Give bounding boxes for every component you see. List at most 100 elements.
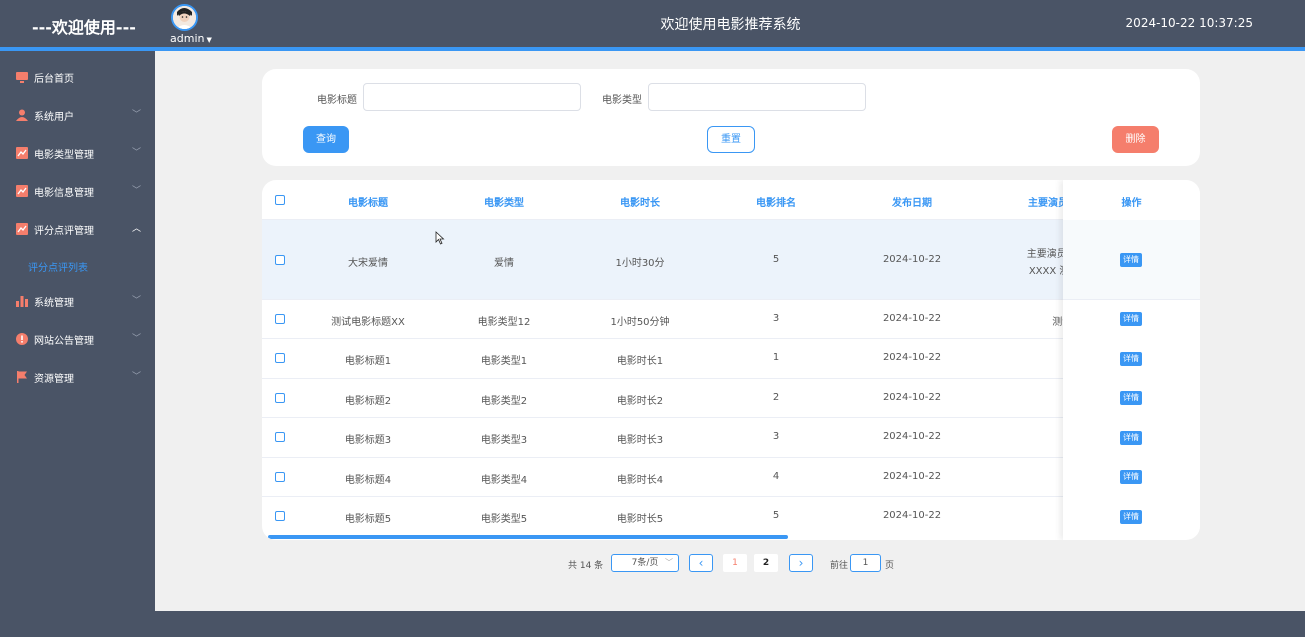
sidebar-item-label: 评分点评管理: [34, 226, 94, 237]
table-row[interactable]: 电影标题3 电影类型3 电影时长3 3 2024-10-22 主要演员: [262, 418, 1200, 458]
row-checkbox[interactable]: [275, 511, 285, 521]
type-filter-input[interactable]: [648, 83, 866, 111]
sidebar-item-label: 电影信息管理: [34, 188, 94, 199]
action-column: 操作 详情 详情 详情 详情 详情 详情 详情: [1063, 180, 1200, 540]
detail-button[interactable]: 详情: [1120, 352, 1142, 366]
cell-rank: 5: [772, 510, 780, 521]
sidebar-subitem-review-list[interactable]: 评分点评列表: [28, 259, 88, 274]
row-checkbox[interactable]: [275, 393, 285, 403]
table-header-row: 电影标题 电影类型 电影时长 电影排名 发布日期 主要演员: [262, 180, 1200, 220]
table-row[interactable]: 电影标题1 电影类型1 电影时长1 1 2024-10-22 主要演员: [262, 339, 1200, 379]
cell-type: 电影类型12: [477, 317, 531, 328]
detail-button[interactable]: 详情: [1120, 510, 1142, 524]
detail-button[interactable]: 详情: [1120, 391, 1142, 405]
prev-page-button[interactable]: ‹: [689, 554, 713, 572]
goto-label: 前往: [830, 561, 849, 571]
flag-icon: [17, 371, 27, 383]
cell-rank: 5: [772, 254, 780, 265]
pagination: 共 14 条 7条/页 ﹀ ‹ 1 2 › 前往 1 页: [155, 554, 1305, 574]
total-count: 共 14 条: [568, 561, 604, 571]
col-header-actions: 操作: [1121, 198, 1142, 209]
bar-chart-icon: [16, 296, 28, 307]
row-checkbox[interactable]: [275, 353, 285, 363]
cell-duration: 电影时长3: [616, 435, 664, 446]
cell-title: 大宋爱情: [348, 258, 388, 269]
cell-duration: 电影时长2: [616, 396, 664, 407]
goto-page-input[interactable]: 1: [850, 554, 881, 572]
chart-icon: [16, 185, 28, 197]
chevron-down-icon: ﹀: [131, 372, 141, 382]
sidebar-item-home[interactable]: 后台首页: [0, 59, 155, 95]
cell-date: 2024-10-22: [882, 431, 942, 442]
detail-button[interactable]: 详情: [1120, 470, 1142, 484]
reset-button[interactable]: 重置: [707, 126, 755, 153]
info-icon: [16, 333, 28, 345]
row-checkbox[interactable]: [275, 255, 285, 265]
main-content: 电影标题 电影类型 查询 重置 删除 电影标题 电影类型 电影时长 电影排名 发…: [155, 51, 1305, 611]
row-checkbox[interactable]: [275, 432, 285, 442]
detail-button[interactable]: 详情: [1120, 431, 1142, 445]
chevron-up-icon: ︿: [131, 224, 141, 234]
current-datetime: 2024-10-22 10:37:25: [1125, 16, 1253, 30]
top-header: ---欢迎使用--- admin ▼ 欢迎使用电影推荐系统 2024-10-22 …: [0, 0, 1305, 47]
chevron-down-icon: ﹀: [131, 148, 141, 158]
table-row[interactable]: 大宋爱情 爱情 1小时30分 5 2024-10-22 主要演员3 XX演员 X…: [262, 220, 1200, 300]
sidebar-item-movie-types[interactable]: 电影类型管理 ﹀: [0, 135, 155, 171]
row-checkbox[interactable]: [275, 472, 285, 482]
page-1-button[interactable]: 1: [723, 554, 747, 572]
table-row[interactable]: 电影标题2 电影类型2 电影时长2 2 2024-10-22 主要演员: [262, 379, 1200, 418]
cell-date: 2024-10-22: [882, 313, 942, 324]
sidebar-item-movie-info[interactable]: 电影信息管理 ﹀: [0, 173, 155, 209]
next-page-button[interactable]: ›: [789, 554, 813, 572]
search-button[interactable]: 查询: [303, 126, 349, 153]
cell-rank: 2: [772, 392, 780, 403]
cell-rank: 1: [772, 352, 780, 363]
cell-type: 电影类型3: [480, 435, 528, 446]
chart-icon: [16, 223, 28, 235]
chart-icon: [16, 147, 28, 159]
sidebar-item-system[interactable]: 系统管理 ﹀: [0, 283, 155, 319]
table-row[interactable]: 测试电影标题XX 电影类型12 1小时50分钟 3 2024-10-22 测试X…: [262, 300, 1200, 339]
delete-button[interactable]: 删除: [1112, 126, 1159, 153]
chevron-down-icon: ﹀: [131, 110, 141, 120]
search-panel: 电影标题 电影类型 查询 重置 删除: [262, 69, 1200, 166]
sidebar-item-label: 网站公告管理: [34, 336, 94, 347]
detail-button[interactable]: 详情: [1120, 253, 1142, 267]
sidebar-item-notices[interactable]: 网站公告管理 ﹀: [0, 321, 155, 357]
row-checkbox[interactable]: [275, 314, 285, 324]
cell-type: 电影类型2: [480, 396, 528, 407]
sidebar-item-label: 系统用户: [34, 112, 74, 123]
title-filter-input[interactable]: [363, 83, 581, 111]
cell-date: 2024-10-22: [882, 254, 942, 265]
cell-date: 2024-10-22: [882, 392, 942, 403]
col-header-duration[interactable]: 电影时长: [572, 194, 708, 209]
page-suffix: 页: [885, 561, 895, 571]
col-header-title[interactable]: 电影标题: [300, 194, 436, 209]
page-size-select[interactable]: 7条/页 ﹀: [611, 554, 679, 572]
col-header-date[interactable]: 发布日期: [844, 194, 980, 209]
page-2-button[interactable]: 2: [754, 554, 778, 572]
sidebar-item-reviews[interactable]: 评分点评管理 ︿: [0, 211, 155, 247]
cell-date: 2024-10-22: [882, 471, 942, 482]
sidebar-item-resources[interactable]: 资源管理 ﹀: [0, 359, 155, 395]
col-header-rank[interactable]: 电影排名: [708, 194, 844, 209]
cell-rank: 3: [772, 431, 780, 442]
detail-button[interactable]: 详情: [1120, 312, 1142, 326]
table-row[interactable]: 电影标题4 电影类型4 电影时长4 4 2024-10-22 主要演员: [262, 458, 1200, 497]
movie-table: 电影标题 电影类型 电影时长 电影排名 发布日期 主要演员 大宋爱情 爱情 1小…: [262, 180, 1200, 540]
col-header-type[interactable]: 电影类型: [436, 194, 572, 209]
system-title: 欢迎使用电影推荐系统: [660, 17, 801, 33]
cell-type: 电影类型1: [480, 356, 528, 367]
page-size-value: 7条/页: [631, 558, 659, 568]
cell-title: 电影标题4: [344, 475, 392, 486]
mouse-pointer-icon: [435, 231, 445, 249]
chevron-down-icon: ﹀: [131, 334, 141, 344]
horizontal-scrollbar[interactable]: [268, 535, 788, 539]
cell-duration: 电影时长5: [616, 514, 664, 525]
table-row[interactable]: 电影标题5 电影类型5 电影时长5 5 2024-10-22 主要演员: [262, 497, 1200, 537]
monitor-icon: [16, 72, 28, 83]
cell-duration: 电影时长4: [616, 475, 664, 486]
title-filter-label: 电影标题: [317, 95, 357, 106]
select-all-checkbox[interactable]: [275, 195, 285, 205]
sidebar-item-users[interactable]: 系统用户 ﹀: [0, 97, 155, 133]
